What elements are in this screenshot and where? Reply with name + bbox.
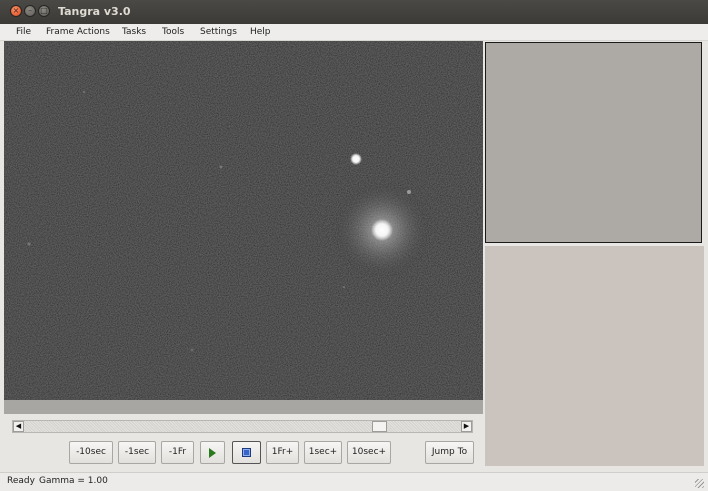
back-10sec-button[interactable]: -10sec [69,441,113,464]
menu-tasks[interactable]: Tasks [122,27,146,37]
stop-icon [242,448,251,457]
faint-star[interactable] [83,91,85,93]
back-1frame-button[interactable]: -1Fr [161,441,194,464]
close-icon: × [12,6,20,15]
faint-star[interactable] [27,242,31,246]
zoomed-image-panel [485,42,702,243]
menu-tools[interactable]: Tools [162,27,184,37]
star-secondary[interactable] [350,153,362,165]
scroll-left-arrow[interactable]: ◀ [13,421,24,432]
maximize-window-button[interactable]: □ [38,5,50,17]
window-title: Tangra v3.0 [58,5,131,18]
status-gamma: Gamma = 1.00 [39,476,108,486]
arrow-right-icon: ▶ [463,422,470,430]
star-field-image [4,41,483,400]
back-1sec-button[interactable]: -1sec [118,441,156,464]
forward-1frame-button[interactable]: 1Fr+ [266,441,299,464]
menu-frame-actions[interactable]: Frame Actions [46,27,110,37]
resize-grip-icon[interactable] [695,479,704,488]
faint-star[interactable] [343,286,345,288]
close-window-button[interactable]: × [10,5,22,17]
play-button[interactable] [200,441,225,464]
menu-file[interactable]: File [16,27,31,37]
faint-star[interactable] [219,165,223,169]
stop-button[interactable] [232,441,261,464]
menu-bar: File Frame Actions Tasks Tools Settings … [0,24,708,41]
menu-help[interactable]: Help [250,27,271,37]
play-icon [209,447,216,458]
maximize-icon: □ [40,6,48,15]
bright-star[interactable] [371,219,393,241]
faint-star[interactable] [190,348,194,352]
minimize-icon: – [28,6,32,15]
faint-star[interactable] [407,190,411,194]
frame-progress-strip [4,400,483,414]
status-state: Ready [7,476,35,486]
jump-to-button[interactable]: Jump To [425,441,474,464]
side-control-panel [485,246,704,466]
forward-1sec-button[interactable]: 1sec+ [304,441,342,464]
menu-settings[interactable]: Settings [200,27,237,37]
minimize-window-button[interactable]: – [24,5,36,17]
scroll-right-arrow[interactable]: ▶ [461,421,472,432]
frame-scrollbar[interactable]: ◀ ▶ [12,420,473,433]
scrollbar-thumb[interactable] [371,421,387,432]
video-frame-display[interactable] [4,41,483,400]
forward-10sec-button[interactable]: 10sec+ [347,441,391,464]
status-bar: Ready Gamma = 1.00 [0,472,708,491]
arrow-left-icon: ◀ [15,422,22,430]
title-bar: × – □ Tangra v3.0 [0,0,708,24]
